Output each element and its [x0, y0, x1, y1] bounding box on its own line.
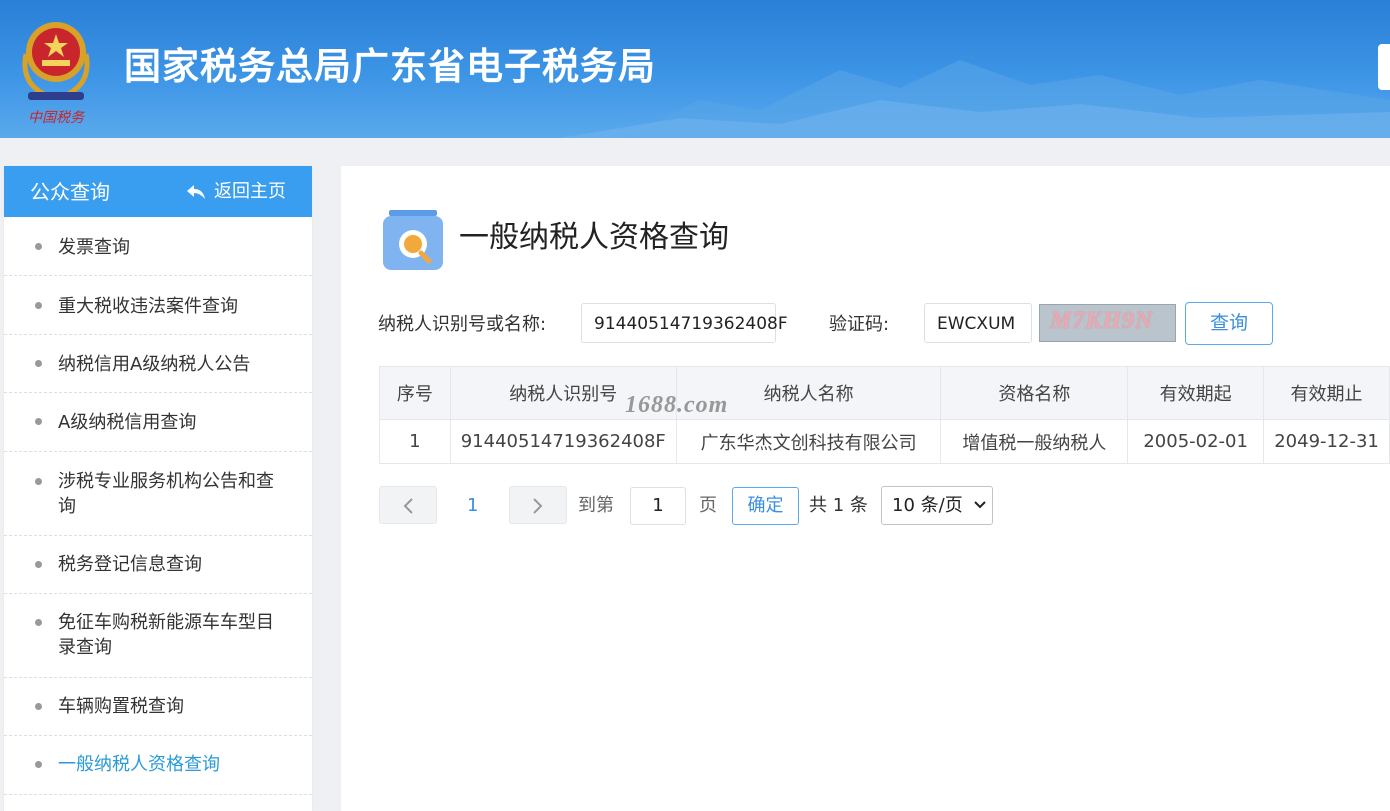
- sidebar-item-vehicle-tax[interactable]: 车辆购置税查询: [4, 678, 312, 736]
- site-title: 国家税务总局广东省电子税务局: [124, 45, 656, 88]
- back-arrow-icon: [187, 185, 205, 199]
- sidebar-item-invoice[interactable]: 发票查询: [4, 217, 312, 276]
- tax-emblem-logo: 中国税务: [14, 14, 98, 130]
- prev-page-button[interactable]: [379, 486, 437, 524]
- captcha-label: 验证码:: [829, 314, 890, 335]
- col-header-valid-from: 有效期起: [1127, 366, 1265, 420]
- sidebar-item-major-violation[interactable]: 重大税收违法案件查询: [4, 276, 312, 335]
- query-button[interactable]: 查询: [1185, 302, 1273, 345]
- captcha-image-text: M7KH9N: [1050, 308, 1154, 334]
- svg-text:中国税务: 中国税务: [28, 110, 85, 126]
- goto-label: 到第: [578, 495, 614, 516]
- cell-taxpayer-id: 91440514719362408F: [449, 419, 677, 464]
- captcha-image[interactable]: M7KH9N: [1039, 304, 1176, 342]
- taxpayer-id-input[interactable]: 91440514719362408F: [581, 303, 788, 343]
- sidebar-item-a-credit-query[interactable]: A级纳税信用查询: [4, 393, 312, 452]
- sidebar-item-label: 税务登记信息查询: [58, 554, 202, 575]
- sidebar: 公众查询 返回主页 发票查询 重大税收违法案件查询 纳税信用A级纳税人公告 A级…: [4, 166, 312, 811]
- goto-confirm-button[interactable]: 确定: [732, 487, 799, 525]
- sidebar-item-a-credit-notice[interactable]: 纳税信用A级纳税人公告: [4, 335, 312, 393]
- bullet-dot: [35, 243, 42, 250]
- next-page-button[interactable]: [509, 486, 567, 524]
- cell-valid-to: 2049-12-31: [1263, 419, 1390, 464]
- col-header-taxpayer-id: 纳税人识别号: [449, 366, 677, 420]
- col-header-qualification: 资格名称: [940, 366, 1129, 420]
- page-number-current[interactable]: 1: [467, 494, 478, 518]
- cell-index: 1: [379, 419, 451, 464]
- page-unit-label: 页: [699, 495, 717, 516]
- sidebar-item-label: 车辆购置税查询: [58, 696, 184, 717]
- sidebar-header: 公众查询 返回主页: [4, 166, 312, 217]
- cell-qualification: 增值税一般纳税人: [940, 419, 1129, 464]
- page-title: 一般纳税人资格查询: [459, 220, 729, 255]
- bullet-dot: [35, 561, 42, 568]
- back-home-label: 返回主页: [214, 181, 286, 202]
- cell-valid-from: 2005-02-01: [1127, 419, 1265, 464]
- chevron-right-icon: [533, 498, 543, 514]
- table-row[interactable]: 1 91440514719362408F 广东华杰文创科技有限公司 增值税一般纳…: [379, 419, 1390, 464]
- page-size-value: 10 条/页: [892, 495, 963, 516]
- sidebar-item-label: 纳税信用A级纳税人公告: [58, 354, 251, 375]
- total-count: 共 1 条: [809, 495, 868, 516]
- sidebar-item-label: 涉税专业服务机构公告和查询: [58, 471, 274, 517]
- bullet-dot: [35, 703, 42, 710]
- sidebar-item-label: 一般纳税人资格查询: [58, 754, 220, 775]
- bullet-dot: [35, 360, 42, 367]
- sidebar-item-registration[interactable]: 税务登记信息查询: [4, 536, 312, 594]
- cell-taxpayer-name: 广东华杰文创科技有限公司: [675, 419, 942, 464]
- search-document-icon: [381, 208, 445, 270]
- bullet-dot: [35, 302, 42, 309]
- bullet-dot: [35, 761, 42, 768]
- header-right-box[interactable]: [1378, 44, 1390, 90]
- sidebar-item-service-agency[interactable]: 涉税专业服务机构公告和查询: [4, 452, 312, 536]
- result-table: 序号 纳税人识别号 纳税人名称 资格名称 有效期起 有效期止 1 9144051…: [379, 366, 1390, 464]
- site-header: 中国税务 国家税务总局广东省电子税务局: [0, 0, 1390, 138]
- sidebar-item-general-taxpayer[interactable]: 一般纳税人资格查询: [4, 736, 312, 795]
- sidebar-item-label: 免征车购税新能源车车型目录查询: [58, 612, 274, 658]
- captcha-input[interactable]: EWCXUM: [924, 303, 1032, 343]
- chevron-left-icon: [403, 498, 413, 514]
- bullet-dot: [35, 619, 42, 626]
- page-size-select[interactable]: 10 条/页: [881, 486, 993, 525]
- goto-page-input[interactable]: 1: [630, 487, 686, 525]
- bullet-dot: [35, 418, 42, 425]
- col-header-index: 序号: [379, 366, 451, 420]
- chevron-down-icon: [974, 501, 986, 509]
- sidebar-item-label: 重大税收违法案件查询: [58, 296, 238, 317]
- main-panel: 一般纳税人资格查询 纳税人识别号或名称: 91440514719362408F …: [341, 166, 1390, 811]
- col-header-valid-to: 有效期止: [1263, 366, 1390, 420]
- sidebar-item-ev-catalog[interactable]: 免征车购税新能源车车型目录查询: [4, 594, 312, 678]
- sidebar-item-label: A级纳税信用查询: [58, 412, 197, 433]
- table-header-row: 序号 纳税人识别号 纳税人名称 资格名称 有效期起 有效期止: [379, 366, 1390, 420]
- sidebar-title: 公众查询: [30, 180, 110, 204]
- bullet-dot: [35, 478, 42, 485]
- col-header-taxpayer-name: 纳税人名称: [675, 366, 942, 420]
- sidebar-item-label: 发票查询: [58, 237, 130, 258]
- taxpayer-id-label: 纳税人识别号或名称:: [378, 314, 547, 335]
